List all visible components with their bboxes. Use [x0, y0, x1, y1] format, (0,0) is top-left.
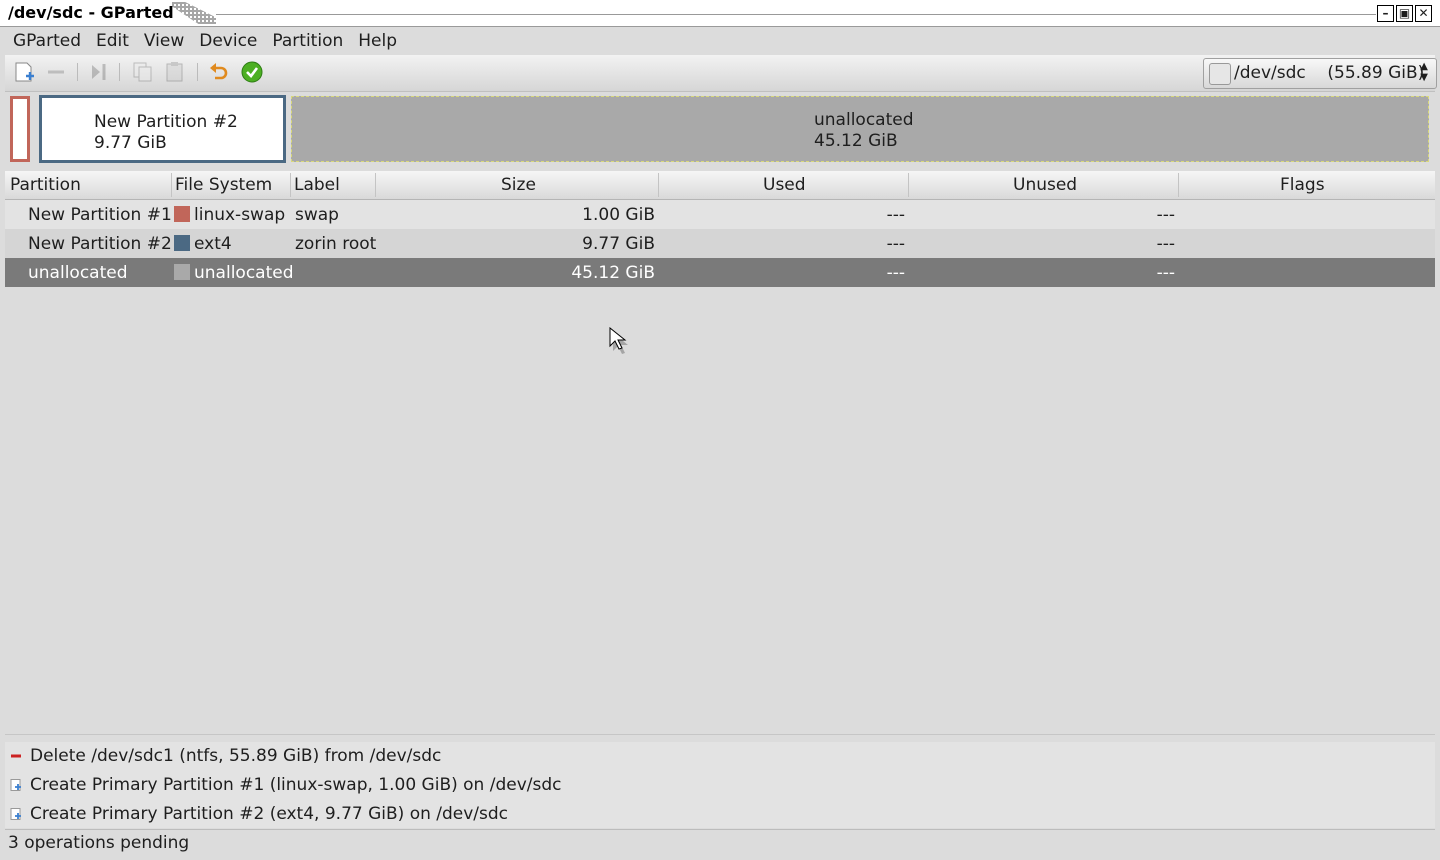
filesystem-color-swatch [174, 206, 190, 222]
copy-icon[interactable] [132, 61, 154, 83]
operation-item[interactable]: Create Primary Partition #2 (ext4, 9.77 … [5, 800, 1435, 829]
gparted-window: /dev/sdc - GParted – ▣ ✕ GParted Edit View… [0, 0, 1440, 860]
graph-partition-2-text: New Partition #2 9.77 GiB [94, 112, 238, 154]
delete-icon[interactable] [45, 61, 67, 83]
device-name: /dev/sdc [1234, 63, 1306, 83]
new-icon[interactable] [13, 61, 35, 83]
harddisk-icon [1209, 63, 1231, 85]
toolbar-separator [197, 63, 198, 81]
undo-icon[interactable] [208, 61, 230, 83]
operation-text: Delete /dev/sdc1 (ntfs, 55.89 GiB) from … [30, 746, 442, 766]
operation-text: Create Primary Partition #1 (linux-swap,… [30, 775, 562, 795]
graph-partition-2[interactable]: New Partition #2 9.77 GiB [39, 95, 286, 163]
toolbar-separator [77, 63, 78, 81]
cell-size: 9.77 GiB [582, 234, 655, 254]
close-button[interactable]: ✕ [1415, 5, 1432, 22]
cell-partition: New Partition #2 [28, 234, 172, 254]
operation-text: Create Primary Partition #2 (ext4, 9.77 … [30, 804, 509, 824]
title-bar[interactable]: /dev/sdc - GParted – ▣ ✕ [0, 0, 1440, 27]
graph-partition-2-name: New Partition #2 [94, 112, 238, 132]
titlebar-grip [172, 2, 216, 24]
cell-used: --- [886, 234, 905, 254]
delete-icon [11, 754, 21, 758]
cell-unused: --- [1156, 234, 1175, 254]
header-filesystem[interactable]: File System [175, 175, 272, 195]
updown-arrows-icon: ▲ ▼ [1420, 61, 1428, 83]
column-separator[interactable] [658, 173, 659, 197]
header-flags[interactable]: Flags [1280, 175, 1325, 195]
graph-partition-1[interactable] [10, 96, 30, 162]
cell-used: --- [886, 205, 905, 225]
column-separator[interactable] [171, 173, 172, 197]
maximize-button[interactable]: ▣ [1396, 5, 1413, 22]
filesystem-color-swatch [174, 264, 190, 280]
status-bar: 3 operations pending [5, 829, 1435, 856]
cell-size: 45.12 GiB [571, 263, 655, 283]
apply-icon[interactable] [241, 61, 263, 83]
cell-filesystem: ext4 [194, 234, 232, 254]
resize-move-icon[interactable] [88, 61, 110, 83]
operation-item[interactable]: Delete /dev/sdc1 (ntfs, 55.89 GiB) from … [5, 742, 1435, 771]
device-size: (55.89 GiB) [1327, 63, 1425, 83]
window-title: /dev/sdc - GParted [8, 3, 174, 22]
column-separator[interactable] [290, 173, 291, 197]
table-row[interactable]: New Partition #2 ext4 zorin root 9.77 Gi… [5, 229, 1435, 258]
cell-partition: unallocated [28, 263, 128, 283]
header-used[interactable]: Used [763, 175, 806, 195]
toolbar: /dev/sdc (55.89 GiB) ▲ ▼ [5, 55, 1437, 92]
graph-unallocated-size: 45.12 GiB [814, 131, 898, 151]
cell-partition: New Partition #1 [28, 205, 172, 225]
header-unused[interactable]: Unused [1013, 175, 1077, 195]
column-separator[interactable] [375, 173, 376, 197]
partition-table: Partition File System Label Size Used Un… [5, 171, 1435, 734]
header-label[interactable]: Label [294, 175, 340, 195]
menu-help[interactable]: Help [350, 27, 404, 51]
operations-list: Delete /dev/sdc1 (ntfs, 55.89 GiB) from … [5, 742, 1435, 828]
cell-unused: --- [1156, 205, 1175, 225]
header-size[interactable]: Size [501, 175, 536, 195]
menu-device[interactable]: Device [191, 27, 264, 51]
new-icon [10, 808, 21, 820]
status-text: 3 operations pending [8, 833, 190, 853]
cell-used: --- [886, 263, 905, 283]
cell-filesystem: unallocated [194, 263, 294, 283]
cell-filesystem: linux-swap [194, 205, 286, 225]
menu-view[interactable]: View [136, 27, 191, 51]
column-separator[interactable] [1178, 173, 1179, 197]
device-selector-label: /dev/sdc (55.89 GiB) [1234, 63, 1424, 83]
cell-unused: --- [1156, 263, 1175, 283]
graph-partition-2-size: 9.77 GiB [94, 133, 167, 153]
minimize-button[interactable]: – [1377, 5, 1394, 22]
mouse-cursor-icon [609, 327, 628, 354]
menu-gparted[interactable]: GParted [5, 27, 88, 51]
menu-edit[interactable]: Edit [88, 27, 136, 51]
filesystem-color-swatch [174, 235, 190, 251]
table-row[interactable]: New Partition #1 linux-swap swap 1.00 Gi… [5, 200, 1435, 229]
menu-partition[interactable]: Partition [264, 27, 350, 51]
toolbar-separator [119, 63, 120, 81]
cell-label: swap [295, 205, 339, 225]
paste-icon[interactable] [164, 61, 186, 83]
operation-item[interactable]: Create Primary Partition #1 (linux-swap,… [5, 771, 1435, 800]
header-partition[interactable]: Partition [10, 175, 81, 195]
menu-bar: GParted Edit View Device Partition Help [5, 27, 1435, 54]
graph-unallocated-name: unallocated [814, 110, 914, 130]
titlebar-rule [216, 14, 1376, 15]
column-separator[interactable] [908, 173, 909, 197]
disk-graph: New Partition #2 9.77 GiB unallocated 45… [5, 92, 1435, 168]
cell-label: zorin root [295, 234, 377, 254]
device-selector[interactable]: /dev/sdc (55.89 GiB) ▲ ▼ [1203, 58, 1437, 89]
graph-unallocated[interactable]: unallocated 45.12 GiB [291, 96, 1429, 162]
table-row-selected[interactable]: unallocated unallocated 45.12 GiB --- --… [5, 258, 1435, 287]
graph-unallocated-text: unallocated 45.12 GiB [814, 110, 914, 152]
table-header: Partition File System Label Size Used Un… [5, 171, 1435, 200]
cell-size: 1.00 GiB [582, 205, 655, 225]
new-icon [10, 779, 21, 791]
